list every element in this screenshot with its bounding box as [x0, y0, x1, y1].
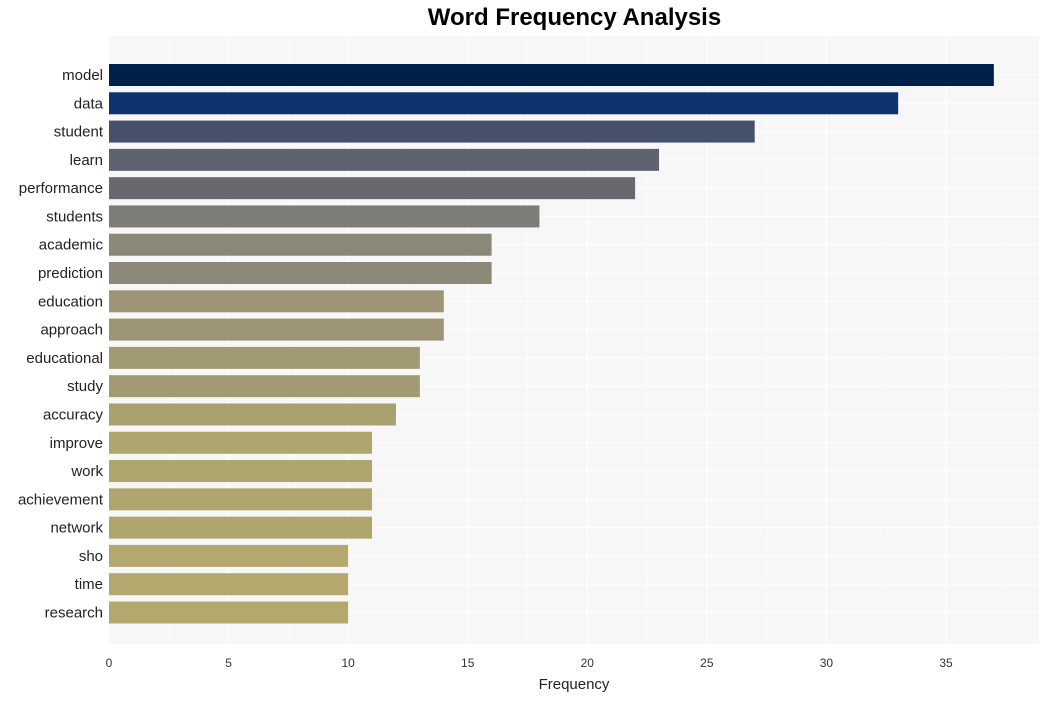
category-label: approach: [40, 322, 103, 339]
bar-chart: model data student learn performance students…: [18, 36, 1039, 693]
x-tick-label: 15: [461, 656, 475, 670]
category-label: work: [70, 463, 103, 480]
bar-research: [109, 601, 349, 624]
x-tick-label: 20: [581, 656, 595, 670]
category-label: achievement: [18, 491, 104, 508]
x-tick-labels: 0 5 10 15 20 25 30 35: [106, 656, 953, 670]
category-label: network: [50, 520, 103, 537]
x-tick-label: 5: [225, 656, 232, 670]
x-tick-label: 30: [820, 656, 834, 670]
bar-improve: [109, 431, 373, 454]
bar-prediction: [109, 262, 492, 285]
category-label: student: [54, 124, 104, 141]
bar-education: [109, 290, 444, 313]
bar-educational: [109, 346, 420, 369]
bar-students: [109, 205, 540, 228]
x-tick-label: 35: [939, 656, 953, 670]
category-label: improve: [50, 435, 103, 452]
category-label: accuracy: [43, 406, 104, 423]
bar-approach: [109, 318, 444, 341]
bar-data: [109, 92, 899, 115]
x-axis-title: Frequency: [539, 676, 610, 693]
bar-accuracy: [109, 403, 396, 426]
bar-achievement: [109, 488, 373, 511]
category-label: research: [45, 605, 103, 622]
x-tick-label: 0: [106, 656, 113, 670]
bar-learn: [109, 148, 660, 171]
category-label: model: [62, 67, 103, 84]
bar-study: [109, 375, 420, 398]
bar-sho: [109, 544, 349, 567]
category-label: data: [74, 95, 104, 112]
category-label: educational: [26, 350, 103, 367]
category-label: study: [67, 378, 103, 395]
category-label: education: [38, 293, 103, 310]
bar-performance: [109, 177, 636, 200]
category-label: performance: [19, 180, 103, 197]
bar-student: [109, 120, 755, 143]
bar-academic: [109, 233, 492, 256]
bar-work: [109, 460, 373, 483]
category-label: students: [46, 208, 103, 225]
bar-network: [109, 516, 373, 539]
bar-time: [109, 573, 349, 596]
category-labels: model data student learn performance students…: [18, 67, 104, 622]
category-label: prediction: [38, 265, 103, 282]
category-label: time: [75, 576, 103, 593]
category-label: sho: [79, 548, 103, 565]
x-tick-label: 25: [700, 656, 714, 670]
category-label: learn: [70, 152, 103, 169]
category-label: academic: [39, 237, 104, 254]
x-tick-label: 10: [341, 656, 355, 670]
bar-model: [109, 64, 994, 86]
